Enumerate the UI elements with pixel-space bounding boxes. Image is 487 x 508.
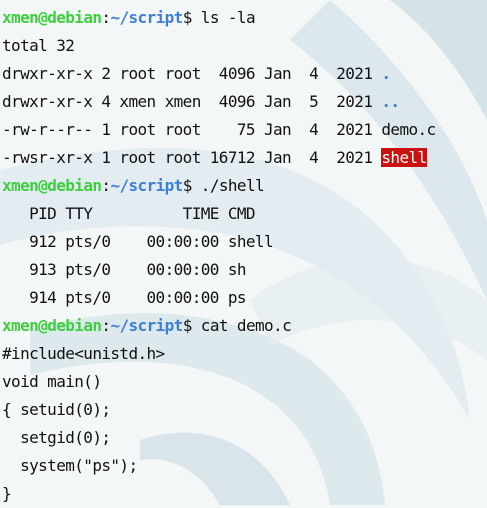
prompt-line: xmen@debian:~/script$ ls -la xyxy=(2,4,436,32)
ps-row: 912 pts/0 00:00:00 shell xyxy=(2,232,274,251)
prompt-line: xmen@debian:~/script$ cat demo.c xyxy=(2,312,436,340)
prompt-symbol: $ xyxy=(182,176,193,195)
prompt-at: @ xyxy=(38,176,48,195)
prompt-symbol: $ xyxy=(182,316,193,335)
source-line: { setuid(0); xyxy=(2,400,111,419)
ls-total: total 32 xyxy=(2,36,75,55)
prompt-path: ~/script xyxy=(110,176,183,195)
ps-row: 914 pts/0 00:00:00 ps xyxy=(2,288,246,307)
prompt-symbol: $ xyxy=(182,8,193,27)
source-line: } xyxy=(2,484,12,503)
source-line: void main() xyxy=(2,372,102,391)
ls-row: drwxr-xr-x 2 root root 4096 Jan 4 2021 . xyxy=(2,60,436,88)
prompt-host: debian xyxy=(47,8,102,27)
prompt-host: debian xyxy=(47,316,102,335)
ps-row: 913 pts/0 00:00:00 sh xyxy=(2,260,246,279)
source-line: system("ps"); xyxy=(2,456,138,475)
terminal-output: xmen@debian:~/script$ ls -la total 32 dr… xyxy=(2,4,436,508)
prompt-line: xmen@debian:~/script$ ./shell xyxy=(2,172,436,200)
prompt-path: ~/script xyxy=(110,316,183,335)
command-text: cat demo.c xyxy=(191,316,292,335)
ls-file-name: demo.c xyxy=(381,120,436,139)
prompt-path: ~/script xyxy=(110,8,183,27)
ls-dir-name: .. xyxy=(381,92,400,111)
ls-row-meta: drwxr-xr-x 4 xmen xmen 4096 Jan 5 2021 xyxy=(2,92,382,111)
ls-setuid-file-name: shell xyxy=(381,148,427,167)
source-line: #include<unistd.h> xyxy=(2,344,165,363)
prompt-user: xmen xyxy=(2,176,39,195)
ls-row-meta: -rw-r--r-- 1 root root 75 Jan 4 2021 xyxy=(2,120,382,139)
ls-row-meta: drwxr-xr-x 2 root root 4096 Jan 4 2021 xyxy=(2,64,382,83)
ls-dir-name: . xyxy=(381,64,391,83)
prompt-at: @ xyxy=(38,316,48,335)
ls-row-meta: -rwsr-xr-x 1 root root 16712 Jan 4 2021 xyxy=(2,148,382,167)
ps-header: PID TTY TIME CMD xyxy=(2,204,255,223)
source-line: setgid(0); xyxy=(2,428,111,447)
command-text: ls -la xyxy=(191,8,256,27)
prompt-user: xmen xyxy=(2,8,39,27)
ls-row: -rw-r--r-- 1 root root 75 Jan 4 2021 dem… xyxy=(2,116,436,144)
prompt-user: xmen xyxy=(2,316,39,335)
prompt-host: debian xyxy=(47,176,102,195)
ls-row: drwxr-xr-x 4 xmen xmen 4096 Jan 5 2021 .… xyxy=(2,88,436,116)
command-text: ./shell xyxy=(191,176,265,195)
ls-row: -rwsr-xr-x 1 root root 16712 Jan 4 2021 … xyxy=(2,144,436,172)
prompt-at: @ xyxy=(38,8,48,27)
